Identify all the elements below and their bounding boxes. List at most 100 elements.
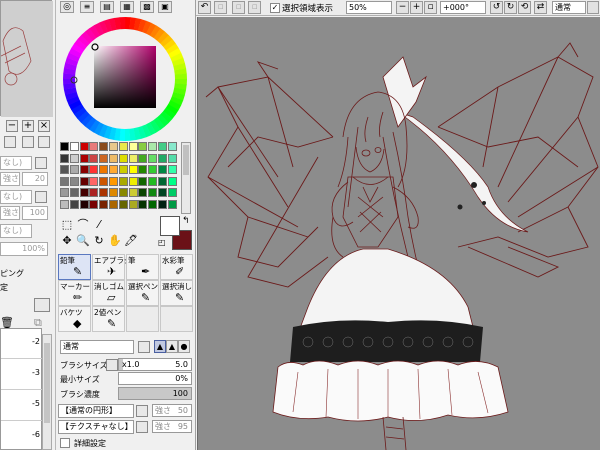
color-swatch[interactable] — [79, 188, 89, 197]
color-swatch[interactable] — [128, 165, 138, 174]
color-swatch[interactable] — [109, 142, 118, 151]
zoom-field[interactable]: 50% — [346, 1, 392, 14]
empty-brush-slot[interactable] — [126, 306, 159, 332]
canvas-area[interactable] — [197, 17, 600, 450]
texture-strength[interactable]: 強さ 95 — [152, 420, 192, 433]
color-swatch[interactable] — [60, 153, 69, 163]
left-shape-select[interactable]: なし) — [0, 156, 32, 170]
color-swatch[interactable] — [69, 176, 79, 186]
color-swatch[interactable] — [60, 165, 69, 174]
swap-colors-icon[interactable]: ↰ — [182, 216, 190, 226]
color-swatch[interactable] — [128, 153, 138, 163]
empty-brush-slot[interactable] — [160, 306, 193, 332]
color-swatch[interactable] — [167, 165, 177, 174]
rotate-left-icon[interactable]: ↺ — [490, 1, 503, 14]
layer-item[interactable]: -3 — [1, 360, 42, 390]
color-swatch[interactable] — [148, 176, 158, 186]
brush-tool[interactable]: 水彩筆 ✐ — [160, 254, 193, 280]
toolbar-blend-dropdown[interactable] — [587, 1, 599, 14]
color-swatch[interactable] — [109, 153, 118, 163]
flip-icon[interactable]: ⇄ — [534, 1, 547, 14]
color-swatch[interactable] — [69, 153, 79, 163]
swatch-mode-button[interactable]: ▦ — [120, 1, 134, 13]
color-swatch[interactable] — [128, 188, 138, 197]
color-wheel-mode-button[interactable]: ◎ — [60, 1, 74, 13]
color-swatch[interactable] — [79, 199, 89, 209]
left-tool-button-2[interactable] — [22, 136, 34, 148]
color-swatch[interactable] — [138, 176, 148, 186]
min-size-slider[interactable]: 0% — [118, 372, 192, 385]
color-swatch[interactable] — [89, 176, 99, 186]
color-swatch[interactable] — [118, 165, 128, 174]
color-swatch[interactable] — [89, 199, 99, 209]
color-swatch[interactable] — [118, 199, 128, 209]
color-swatch[interactable] — [167, 153, 177, 163]
navigator-thumbnail[interactable] — [0, 0, 53, 117]
color-swatch[interactable] — [138, 153, 148, 163]
move-icon[interactable]: ✥ — [60, 234, 74, 248]
color-swatch[interactable] — [89, 153, 99, 163]
layer-close-button[interactable]: × — [38, 120, 50, 132]
color-swatch[interactable] — [148, 142, 158, 151]
rotation-field[interactable]: +000° — [440, 1, 486, 14]
color-swatch[interactable] — [118, 188, 128, 197]
rect-select-icon[interactable]: ⬚ — [60, 218, 74, 232]
layer-item[interactable]: -2 — [1, 329, 42, 359]
redo-icon[interactable]: ▫ — [214, 1, 227, 14]
color-swatch[interactable] — [99, 188, 109, 197]
left-extra-select[interactable]: なし) — [0, 224, 32, 238]
color-swatch[interactable] — [158, 176, 167, 186]
zoom-icon[interactable]: 🔍 — [76, 234, 90, 248]
density-slider[interactable]: 100 — [118, 387, 192, 400]
show-selection-checkbox[interactable]: ✓ — [270, 3, 280, 13]
color-swatch[interactable] — [158, 199, 167, 209]
brush-shape-dropdown[interactable] — [136, 405, 148, 417]
color-swatch[interactable] — [89, 188, 99, 197]
brush-size-slider[interactable]: x1.0 5.0 — [118, 358, 192, 371]
color-swatch[interactable] — [69, 165, 79, 174]
color-swatch[interactable] — [69, 142, 79, 151]
hsv-slider-mode-button[interactable]: ▤ — [100, 1, 114, 13]
layer-plus-button[interactable]: + — [22, 120, 34, 132]
color-swatch[interactable] — [79, 153, 89, 163]
blend-mode-dropdown[interactable] — [138, 341, 150, 353]
brush-tool[interactable]: 消しゴム ▱ — [92, 280, 125, 306]
color-wheel[interactable] — [62, 16, 188, 142]
layer-minus-button[interactable]: − — [6, 120, 18, 132]
swatch-scrollbar[interactable] — [181, 142, 191, 214]
color-swatch[interactable] — [69, 188, 79, 197]
toolbar-blend-select[interactable]: 通常 — [552, 1, 586, 14]
color-swatch[interactable] — [138, 188, 148, 197]
deselect-icon[interactable]: ▫ — [232, 1, 245, 14]
texture-dropdown[interactable] — [136, 421, 148, 433]
color-swatch[interactable] — [167, 176, 177, 186]
color-swatch[interactable] — [118, 153, 128, 163]
detail-settings-checkbox[interactable] — [60, 438, 70, 448]
left-texture-select[interactable]: なし) — [0, 190, 32, 204]
rotate-reset-icon[interactable]: ⟲ — [518, 1, 531, 14]
brush-tool[interactable]: バケツ ◆ — [58, 306, 91, 332]
lasso-select-icon[interactable]: ⌒ — [76, 218, 90, 232]
color-swatch[interactable] — [148, 153, 158, 163]
color-swatch[interactable] — [99, 165, 109, 174]
layer-list[interactable]: -2 -3 -5 -6 — [0, 328, 42, 450]
shape-button-1[interactable]: ▲ — [154, 340, 166, 353]
color-swatch[interactable] — [99, 142, 109, 151]
left-texture-strength-value[interactable]: 100 — [22, 206, 48, 220]
color-swatch[interactable] — [60, 199, 69, 209]
color-swatch[interactable] — [109, 188, 118, 197]
color-swatch[interactable] — [148, 199, 158, 209]
color-swatch[interactable] — [138, 199, 148, 209]
brush-size-lock[interactable] — [106, 359, 118, 371]
left-strength-value[interactable]: 20 — [22, 172, 48, 186]
zoom-out-button[interactable]: − — [396, 1, 409, 14]
color-swatch[interactable] — [138, 165, 148, 174]
color-swatch[interactable] — [128, 176, 138, 186]
left-tool-button-3[interactable] — [38, 136, 50, 148]
brush-shape-select[interactable]: 【通常の円形】 — [58, 404, 134, 418]
left-percent-field[interactable]: 100% — [0, 242, 48, 256]
color-swatch[interactable] — [158, 153, 167, 163]
rotate-right-icon[interactable]: ↻ — [504, 1, 517, 14]
hand-icon[interactable]: ✋ — [108, 234, 122, 248]
left-tool-button-1[interactable] — [4, 136, 16, 148]
